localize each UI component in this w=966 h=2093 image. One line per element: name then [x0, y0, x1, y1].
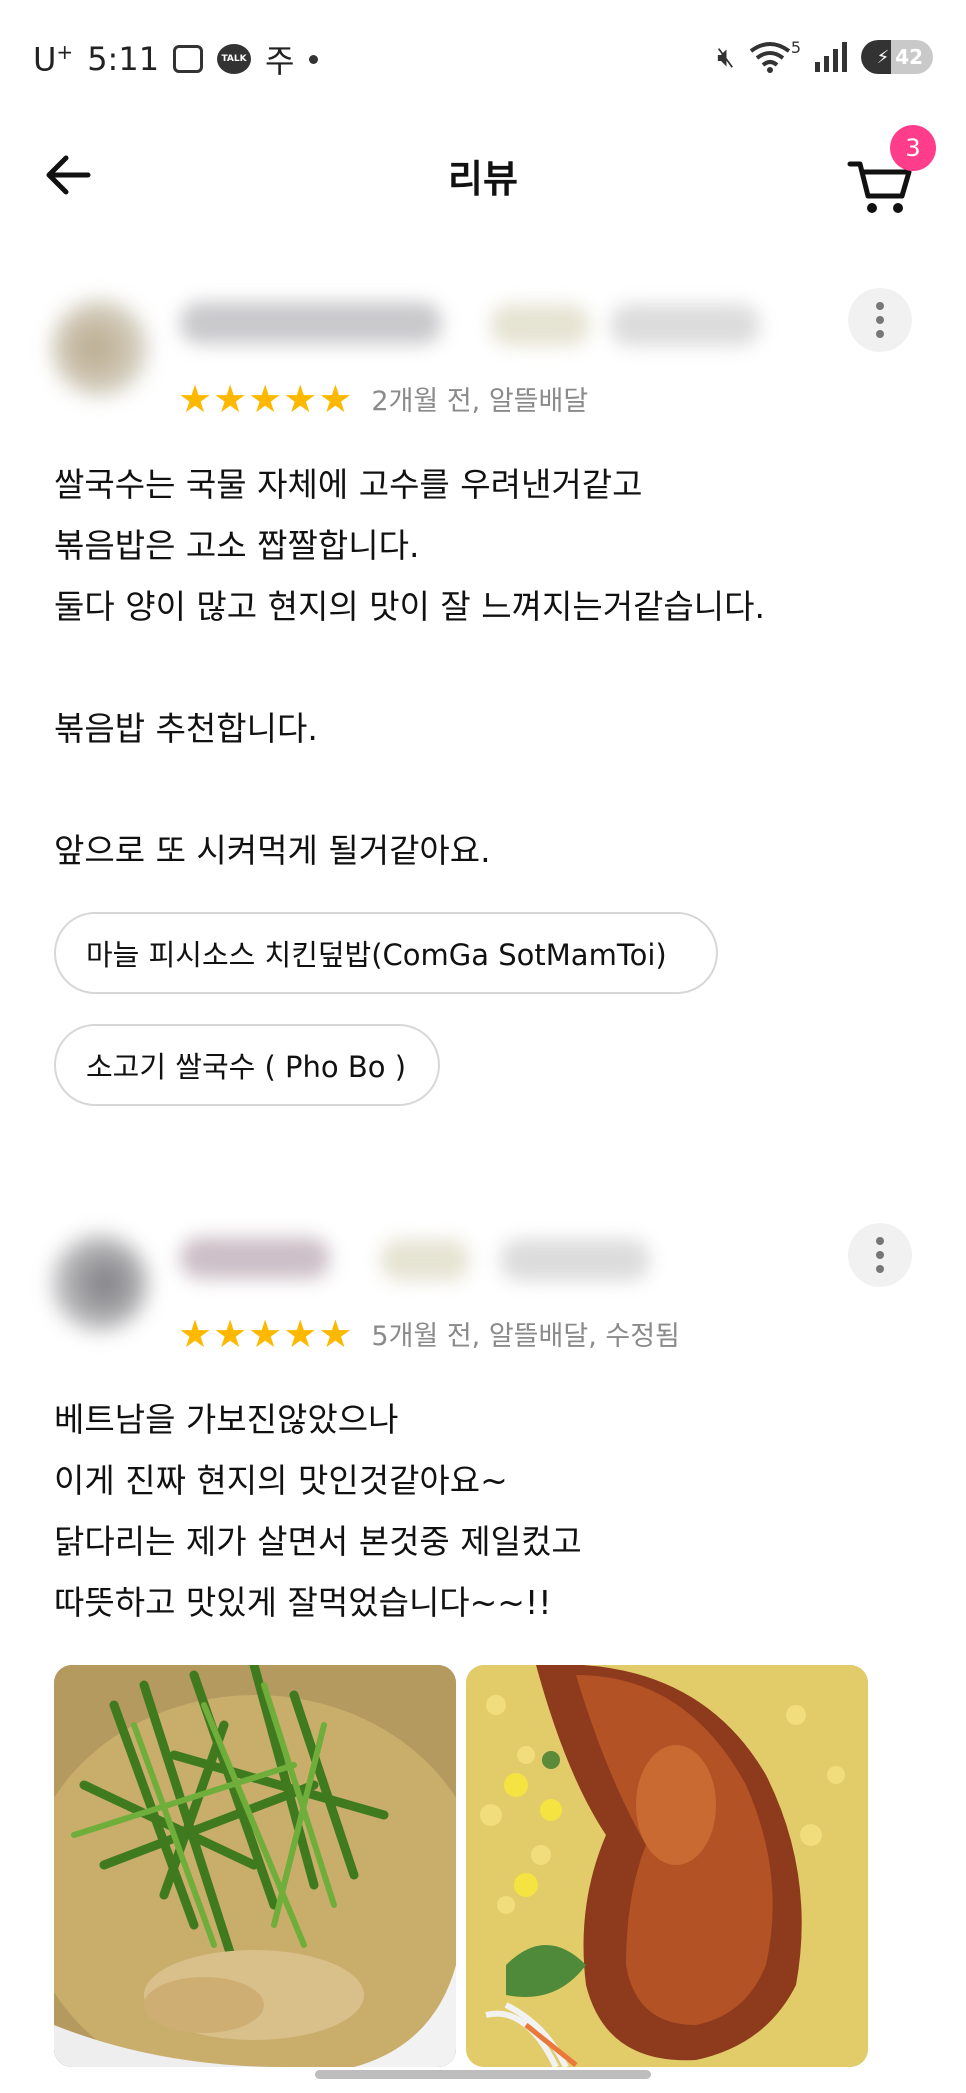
reviewer-stats-blurred — [500, 1239, 650, 1281]
battery-icon: ⚡︎ 42 — [861, 40, 933, 74]
review-card: ★ ★ ★ ★ ★ 5개월 전, 알뜰배달, 수정됨 베트남을 가보진않았으나 … — [0, 1215, 966, 2093]
rating: ★ ★ ★ ★ ★ 5개월 전, 알뜰배달, 수정됨 — [178, 1314, 680, 1353]
review-photo-roast-chicken-leg[interactable] — [466, 1665, 868, 2067]
network-5g-tag: 5 — [790, 37, 801, 57]
rating: ★ ★ ★ ★ ★ 2개월 전, 알뜰배달 — [178, 379, 588, 418]
review-screen: U+ 5:11 TALK 주 🔇︎ 5 ⚡︎ 42 리뷰 3 ★ ★ ★ ★ ★… — [0, 0, 966, 2093]
reviewer-avatar[interactable] — [52, 1235, 148, 1331]
home-indicator[interactable] — [315, 2070, 651, 2079]
reviewer-info-blurred — [380, 1239, 470, 1281]
star-icon: ★ — [213, 376, 248, 421]
page-title: 리뷰 — [448, 157, 518, 201]
carrier-label: U+ — [33, 39, 74, 79]
more-options-button[interactable] — [848, 288, 912, 352]
review-text: 쌀국수는 국물 자체에 고수를 우려낸거같고 볶음밥은 고소 짭짤합니다. 둘다… — [54, 465, 765, 870]
status-left: U+ 5:11 TALK 주 — [33, 36, 318, 82]
more-notifications-dot — [308, 54, 318, 64]
review-photo-vegetable-soup[interactable] — [54, 1665, 456, 2067]
review-meta: 5개월 전, 알뜰배달, 수정됨 — [371, 1321, 680, 1352]
ordered-menu-chip[interactable]: 소고기 쌀국수 ( Pho Bo ) — [54, 1024, 440, 1106]
vegetable-soup-image — [54, 1665, 456, 2067]
reviewer-info-blurred — [490, 304, 590, 346]
battery-level: 42 — [895, 45, 924, 69]
top-app-bar: 리뷰 3 — [0, 110, 966, 240]
status-right: 🔇︎ 5 ⚡︎ 42 — [717, 37, 933, 74]
status-bar: U+ 5:11 TALK 주 🔇︎ 5 ⚡︎ 42 — [0, 0, 966, 110]
status-time: 5:11 — [87, 40, 160, 78]
star-icon: ★ — [213, 1311, 248, 1356]
star-icon: ★ — [248, 1311, 283, 1356]
app-notification-icon: 주 — [265, 42, 295, 80]
star-icon: ★ — [178, 1311, 213, 1356]
screenshot-icon — [173, 45, 204, 73]
cart-count-badge: 3 — [890, 125, 936, 171]
signal-icon — [815, 42, 847, 72]
roast-chicken-leg-image — [466, 1665, 868, 2067]
reviewer-avatar[interactable] — [52, 300, 148, 396]
reviewer-name-blurred[interactable] — [180, 302, 442, 344]
review-card: ★ ★ ★ ★ ★ 2개월 전, 알뜰배달 쌀국수는 국물 자체에 고수를 우려… — [0, 280, 966, 1130]
star-icon: ★ — [178, 376, 213, 421]
reviewer-stats-blurred — [610, 304, 760, 346]
star-icon: ★ — [248, 376, 283, 421]
mute-icon: 🔇︎ — [717, 40, 735, 73]
reviewer-name-blurred[interactable] — [180, 1237, 330, 1279]
wifi-icon — [749, 42, 790, 73]
ordered-menu-chip[interactable]: 마늘 피시소스 치킨덮밥(ComGa SotMamToi) — [54, 912, 718, 994]
review-text: 베트남을 가보진않았으나 이게 진짜 현지의 맛인것같아요~ 닭다리는 제가 살… — [54, 1400, 582, 1622]
star-icon: ★ — [318, 1311, 353, 1356]
star-icon: ★ — [283, 1311, 318, 1356]
star-icon: ★ — [318, 376, 353, 421]
talk-icon: TALK — [217, 44, 252, 74]
star-icon: ★ — [283, 376, 318, 421]
review-meta: 2개월 전, 알뜰배달 — [371, 386, 589, 417]
more-options-button[interactable] — [848, 1223, 912, 1287]
